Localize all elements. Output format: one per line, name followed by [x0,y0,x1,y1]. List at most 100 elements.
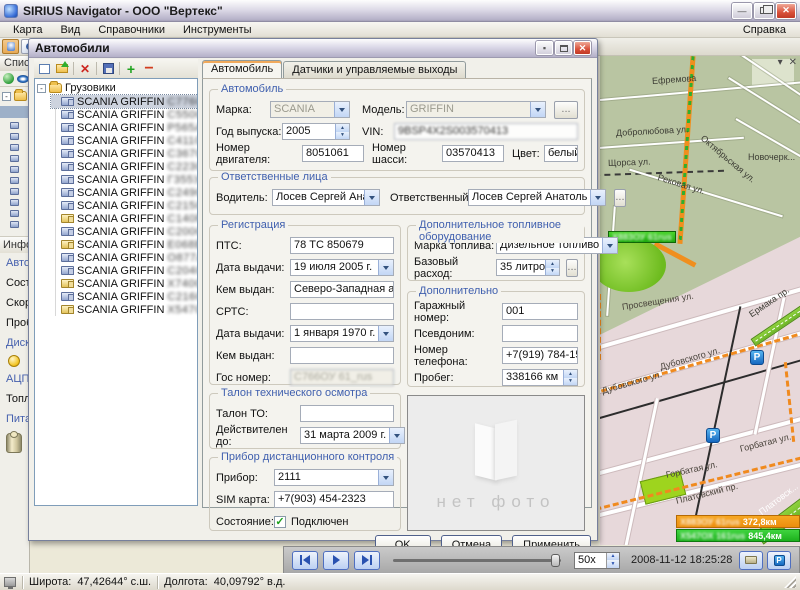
dropdown-arrow-icon[interactable] [364,190,379,205]
connected-checkbox[interactable]: ✓ [274,516,286,528]
play-button[interactable] [323,551,349,570]
save-button[interactable] [100,61,116,76]
tab-sensors[interactable]: Датчики и управляемые выходы [283,61,466,78]
vehicle-tree[interactable]: - Грузовики SCANIA GRIFFIN С776ОУ 61rus … [34,78,198,506]
inspection-ticket-field[interactable] [300,405,394,422]
menu-view[interactable]: Вид [51,22,89,37]
color-field[interactable]: белый [544,145,578,162]
tree-root[interactable]: - Грузовики [37,81,197,95]
dropdown-arrow-icon[interactable] [334,102,349,117]
alias-field[interactable] [502,325,578,342]
tree-item-vehicle[interactable]: SCANIA GRIFFIN Р565АА 61rus [51,121,197,134]
model-combo[interactable]: GRIFFIN [406,101,546,118]
pts-field[interactable]: 78 ТС 850679 [290,237,394,254]
skip-start-button[interactable] [292,551,318,570]
brand-combo[interactable]: SCANIA [270,101,350,118]
srts-issuer-field[interactable] [290,347,394,364]
tree-item-vehicle[interactable]: SCANIA GRIFFIN О877АУ 61rus [51,251,197,264]
dropdown-arrow-icon[interactable] [590,190,605,205]
parking-marker[interactable]: P [706,428,720,443]
globe-icon[interactable] [3,73,14,84]
tab-vehicle[interactable]: Автомобиль [202,60,282,78]
valid-until-combo[interactable]: 31 марта 2009 г. [300,427,405,444]
snapshot-button[interactable] [739,551,763,570]
parking-marker[interactable]: P [750,350,764,365]
add-vehicle-button[interactable]: + [123,61,139,76]
menu-map[interactable]: Карта [4,22,51,37]
sim-card-field[interactable]: +7(903) 454-2323 [274,491,394,508]
dialog-maximize-button[interactable] [555,41,572,55]
pan-tool-button[interactable] [2,39,19,54]
dropdown-arrow-icon[interactable] [389,428,404,443]
menu-tools[interactable]: Инструменты [174,22,261,37]
tree-item-vehicle[interactable]: SCANIA GRIFFIN С204СС 61rus [51,264,197,277]
vehicle-distance-tag-orange[interactable]: Х883ОУ 61rus 372,8км [676,515,800,528]
add-group-button[interactable] [54,61,70,76]
tree-item-vehicle[interactable]: SCANIA GRIFFIN Х740ОУ 161rus [51,277,197,290]
tree-item-vehicle[interactable]: SCANIA GRIFFIN С776ОУ 61rus [51,95,198,108]
fuel-browse-button[interactable]: ... [566,259,578,277]
playback-slider[interactable] [393,559,561,562]
tree-item-vehicle[interactable]: SCANIA GRIFFIN С140РХ 161rus [51,212,197,225]
tree-item-vehicle[interactable]: SCANIA GRIFFIN С200ОВ 61rus [51,225,197,238]
remove-vehicle-button[interactable]: − [141,61,157,76]
tree-item-vehicle[interactable]: SCANIA GRIFFIN Х547ОХ 161rus [51,303,197,316]
tree-item-vehicle[interactable]: SCANIA GRIFFIN С223СС 61rus [51,160,197,173]
driver-combo[interactable]: Лосев Сергей Анатоль [272,189,380,206]
dropdown-arrow-icon[interactable] [530,102,545,117]
delete-button[interactable]: ✕ [77,61,93,76]
slider-thumb[interactable] [551,554,560,567]
sidebar-tree-root[interactable]: - Грузовики [0,87,30,105]
menu-help[interactable]: Справка [733,22,796,37]
tree-item-vehicle[interactable]: SCANIA GRIFFIN С367ОУ 61rus [51,147,197,160]
garage-number-field[interactable]: 001 [502,303,578,320]
dropdown-arrow-icon[interactable] [378,470,393,485]
restore-button[interactable] [754,3,774,19]
chassis-number-field[interactable]: 03570413 [442,145,504,162]
menu-directories[interactable]: Справочники [89,22,174,37]
sidebar-selected-row[interactable] [0,106,30,118]
engine-number-field[interactable]: 8051061 [302,145,364,162]
vehicle-map-tag[interactable]: Х883ОУ 61rus [608,231,676,243]
dialog-close-button[interactable]: ✕ [574,41,591,55]
model-browse-button[interactable]: ... [554,101,578,119]
tree-item-vehicle[interactable]: SCANIA GRIFFIN С249ОУ 61rus [51,186,197,199]
tree-item-vehicle[interactable]: SCANIA GRIFFIN С215СС 61rus [51,199,197,212]
srts-field[interactable] [290,303,394,320]
chevron-down-icon[interactable]: ▾ [778,57,783,68]
pts-date-combo[interactable]: 19 июля 2005 г. [290,259,394,276]
phone-number-field[interactable]: +7(919) 784-1502 [502,347,578,364]
map-panel-button[interactable]: P [767,551,791,570]
responsible-combo[interactable]: Лосев Сергей Анатоль [468,189,606,206]
vin-field[interactable]: 9BSP4X2S003570413 [394,123,578,140]
expander-icon[interactable]: - [2,92,11,101]
base-consumption-spinner[interactable]: 35 литров▲▼ [496,259,560,276]
playback-speed-spinner[interactable]: 50x ▲▼ [574,552,620,569]
vehicle-photo-placeholder[interactable]: нет фото [407,395,585,531]
close-button[interactable]: ✕ [776,3,796,19]
srts-date-combo[interactable]: 1 января 1970 г. [290,325,394,342]
map-panel[interactable]: P P Х883ОУ 61rus Х883ОУ 61rus 372,8км Х5… [600,56,800,545]
dropdown-arrow-icon[interactable] [378,326,393,341]
field-label: Действителен до: [216,424,300,448]
minimize-button[interactable]: — [732,3,752,19]
tree-item-vehicle[interactable]: SCANIA GRIFFIN Е068ВУ 161rus [51,238,197,251]
close-map-icon[interactable]: ✕ [789,57,797,68]
device-combo[interactable]: 2111 [274,469,394,486]
skip-end-button[interactable] [354,551,380,570]
dropdown-arrow-icon[interactable] [378,260,393,275]
mileage-spinner[interactable]: 338166 км▲▼ [502,369,578,386]
tree-item-vehicle[interactable]: SCANIA GRIFFIN С411СС 61rus [51,134,197,147]
list-view-button[interactable] [36,61,52,76]
dialog-minimize-button[interactable]: ▪ [536,41,553,55]
vehicle-distance-tag-green[interactable]: Х547ОХ 161rus 845,4км [676,529,800,542]
persons-browse-button[interactable]: ... [614,189,625,207]
dropdown-arrow-icon[interactable] [602,238,617,253]
resize-grip[interactable] [784,576,796,588]
expander-icon[interactable]: - [37,84,46,93]
year-spinner[interactable]: 2005▲▼ [282,123,350,140]
tree-item-vehicle[interactable]: SCANIA GRIFFIN С550ОЕ 61rus [51,108,197,121]
tree-item-vehicle[interactable]: SCANIA GRIFFIN Г355УУ 61rus [51,173,197,186]
pts-issuer-field[interactable]: Северо-Западная акцизная т [290,281,394,298]
tree-item-vehicle[interactable]: SCANIA GRIFFIN С216СС 61rus [51,290,197,303]
